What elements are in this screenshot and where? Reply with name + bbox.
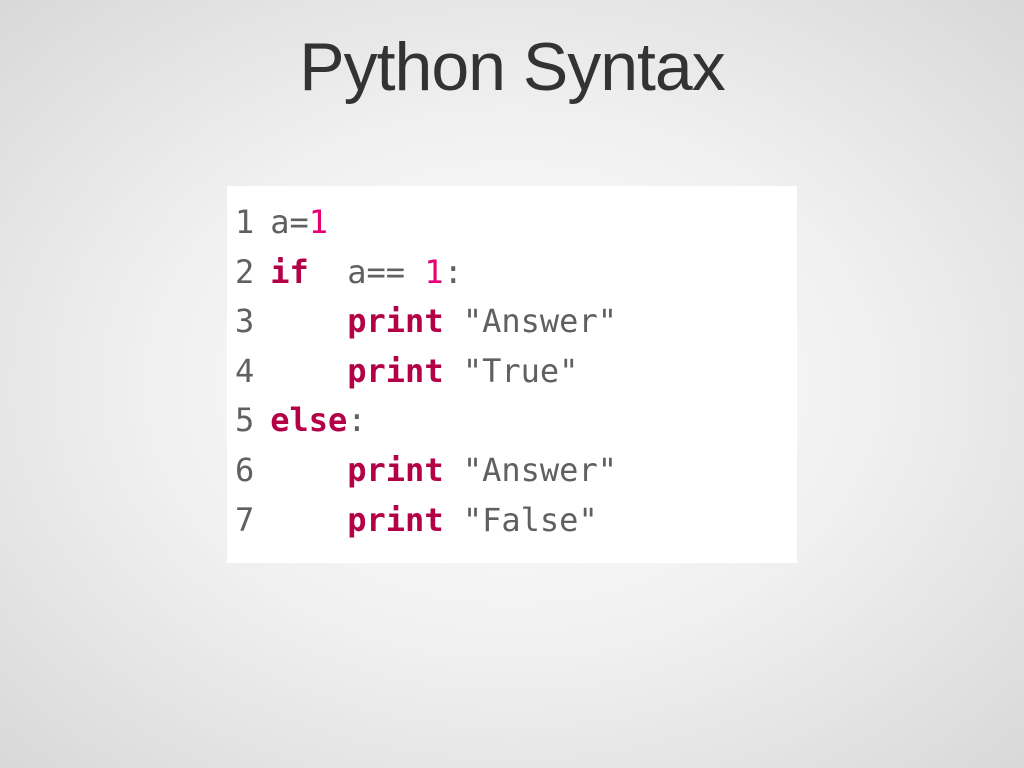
code-token: "Answer" [444,302,617,340]
code-token: print [347,352,443,390]
code-token: 1 [309,203,328,241]
code-token: : [444,253,463,291]
line-number: 2 [235,248,270,298]
line-number: 6 [235,446,270,496]
code-line: 7 print "False" [235,496,789,546]
code-token: a [309,253,367,291]
code-token: "False" [444,501,598,539]
code-token [270,302,347,340]
code-token: == [367,253,406,291]
code-token [270,352,347,390]
code-line: 2 if a== 1: [235,248,789,298]
code-line: 5 else: [235,396,789,446]
code-token: print [347,451,443,489]
code-block: 1 a=12 if a== 1:3 print "Answer"4 print … [227,186,797,563]
line-number: 3 [235,297,270,347]
code-token: if [270,253,309,291]
code-token: print [347,302,443,340]
code-token [270,501,347,539]
line-number: 5 [235,396,270,446]
code-line: 1 a=1 [235,198,789,248]
code-token: 1 [405,253,444,291]
code-token: : [347,401,366,439]
code-token: print [347,501,443,539]
slide-title: Python Syntax [0,0,1024,106]
code-line: 3 print "Answer" [235,297,789,347]
code-token: else [270,401,347,439]
code-token: "True" [444,352,579,390]
code-token [270,451,347,489]
code-token: a [270,203,289,241]
code-line: 4 print "True" [235,347,789,397]
line-number: 4 [235,347,270,397]
line-number: 7 [235,496,270,546]
line-number: 1 [235,198,270,248]
code-token: "Answer" [444,451,617,489]
code-token: = [289,203,308,241]
code-line: 6 print "Answer" [235,446,789,496]
